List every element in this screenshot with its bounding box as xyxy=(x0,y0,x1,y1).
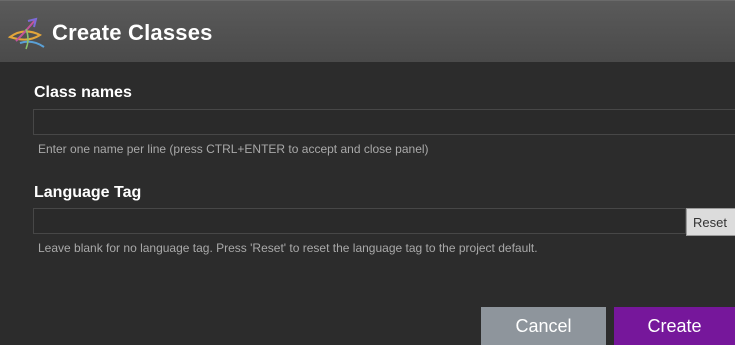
language-tag-label: Language Tag xyxy=(34,184,142,201)
dialog-title: Create Classes xyxy=(52,20,213,45)
class-names-label: Class names xyxy=(34,84,132,101)
vertex-logo-icon xyxy=(7,17,45,50)
reset-button[interactable]: Reset xyxy=(686,208,735,236)
create-classes-dialog: Create Classes Class names Enter one nam… xyxy=(0,0,735,345)
class-names-input[interactable] xyxy=(33,109,735,135)
language-tag-help-text: Leave blank for no language tag. Press '… xyxy=(38,241,538,255)
class-names-help-text: Enter one name per line (press CTRL+ENTE… xyxy=(38,142,429,156)
cancel-button[interactable]: Cancel xyxy=(481,307,606,345)
dialog-titlebar: Create Classes xyxy=(0,0,735,62)
create-button[interactable]: Create xyxy=(614,307,735,345)
language-tag-input[interactable] xyxy=(33,208,686,234)
